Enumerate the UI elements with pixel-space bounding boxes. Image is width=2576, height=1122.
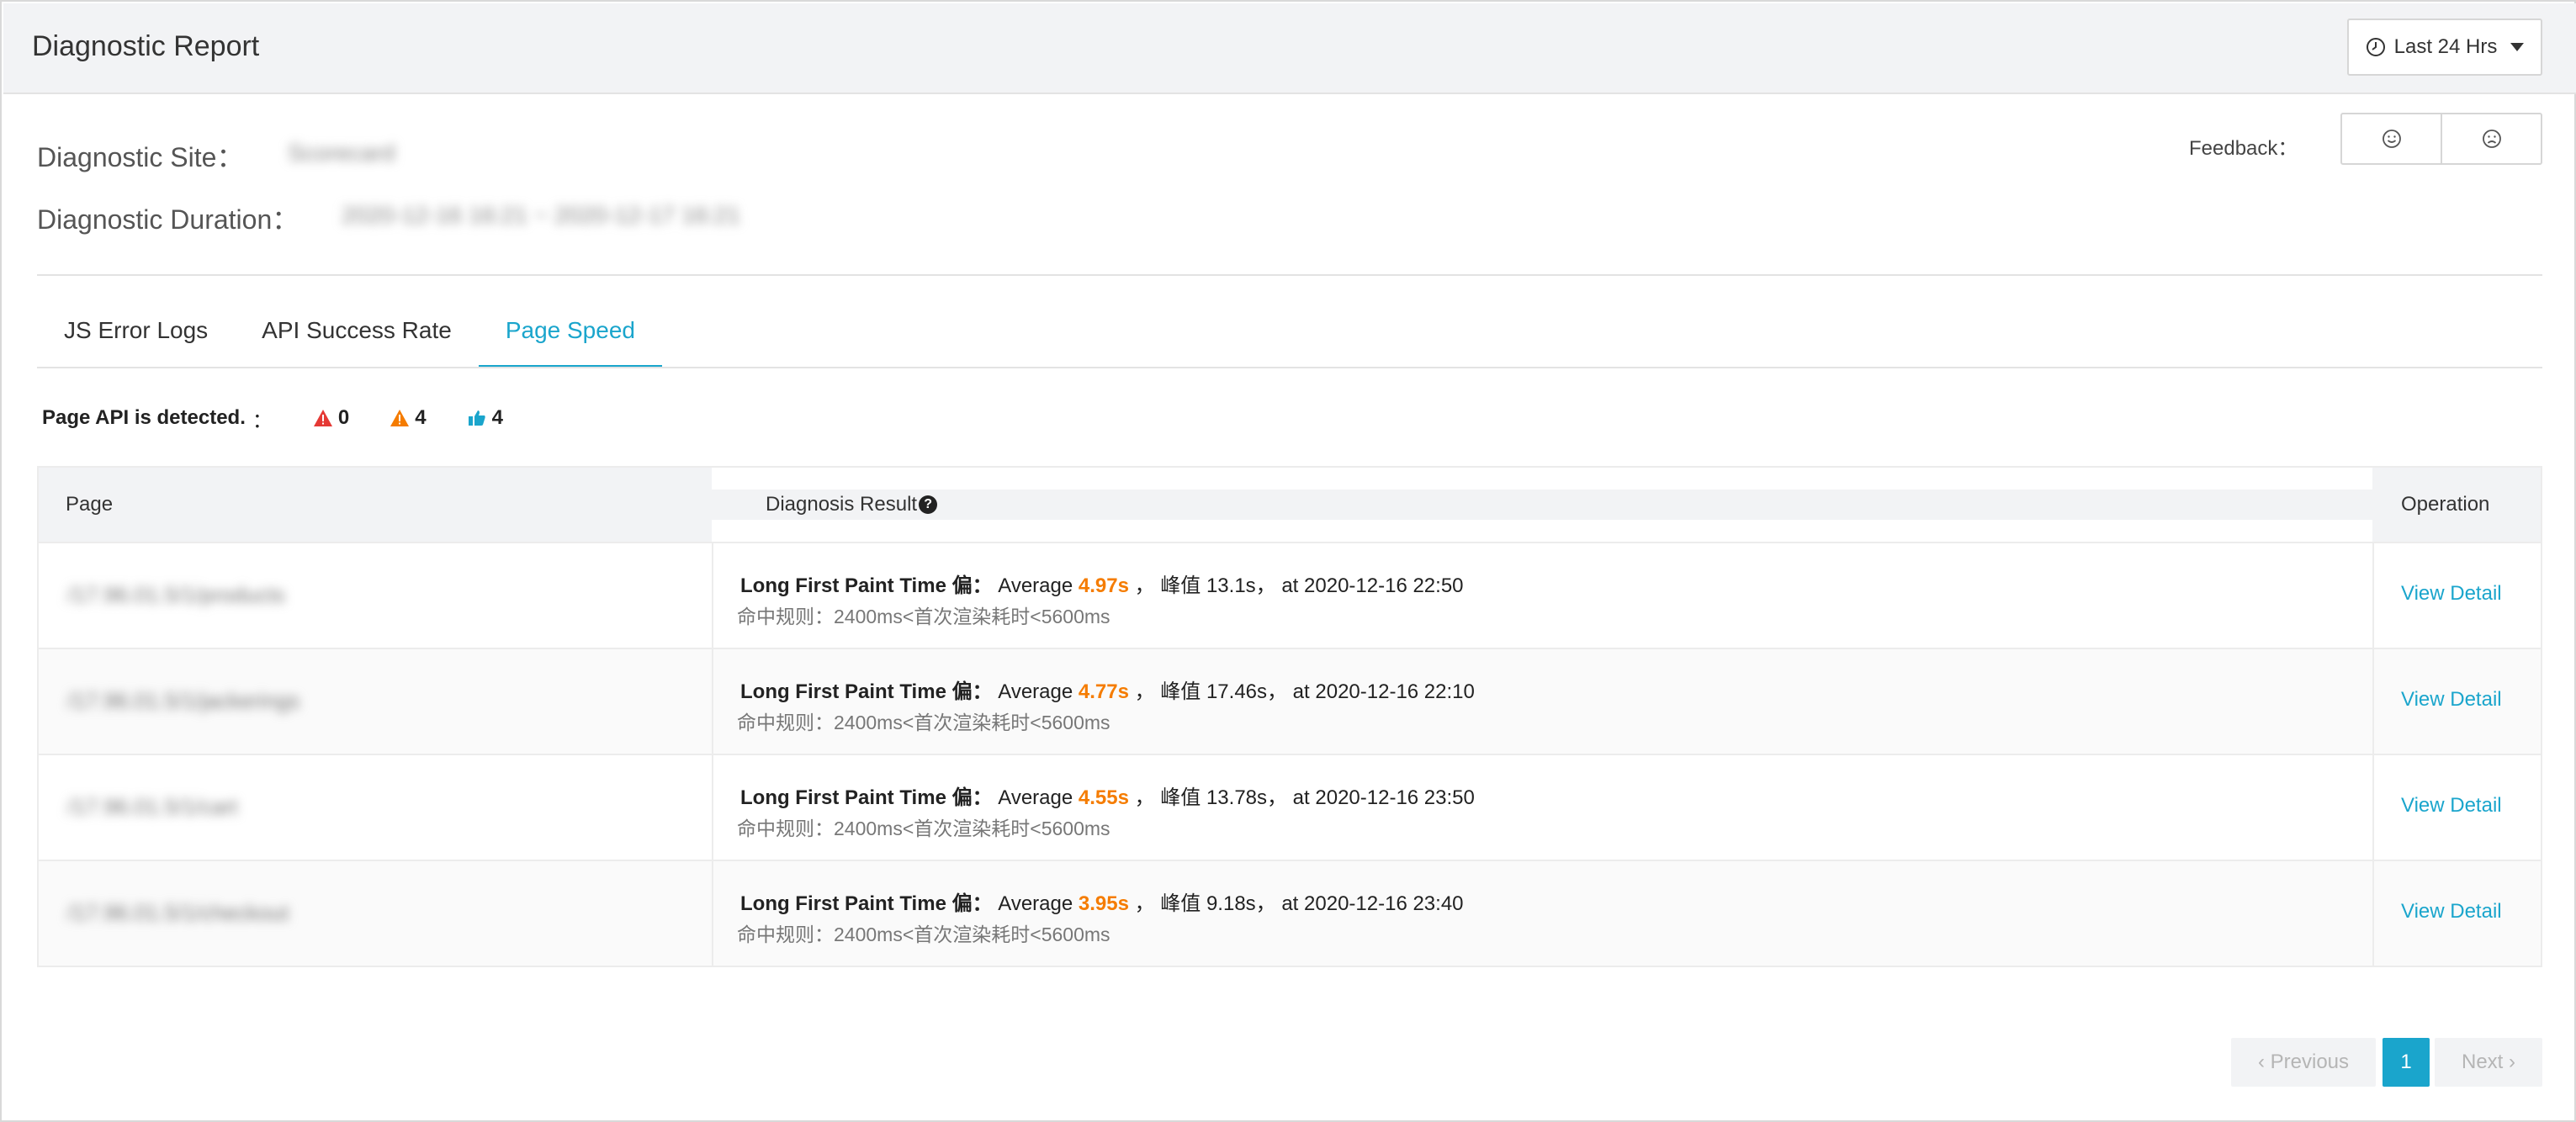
average-label: Average: [998, 786, 1073, 809]
section-divider: [37, 274, 2542, 276]
report-window: Diagnostic Report Last 24 Hrs Diagnostic…: [0, 0, 2576, 1122]
page-url: /17.96.01.5/1/checkout: [67, 900, 289, 925]
column-header-diagnosis: Diagnosis Result ?: [712, 490, 2372, 520]
thumbs-up-icon: [468, 410, 485, 426]
diagnostic-site-label: Diagnostic Site：: [37, 142, 244, 172]
average-label: Average: [998, 574, 1073, 597]
page-url: /17.96.01.5/1/cart: [67, 794, 238, 819]
time-range-dropdown[interactable]: Last 24 Hrs: [2347, 19, 2542, 76]
tab-api-success-rate[interactable]: API Success Rate: [235, 304, 479, 368]
page-cell: /17.96.01.5/1/jackerings: [39, 649, 712, 754]
table-row: /17.96.01.5/1/jackerings Long First Pain…: [39, 648, 2541, 754]
view-detail-link[interactable]: View Detail: [2401, 582, 2502, 606]
detection-summary: Page API is detected. ： 0 4 4: [42, 405, 503, 432]
next-label: Next: [2461, 1051, 2504, 1073]
clock-icon: [2366, 38, 2385, 56]
previous-label: Previous: [2270, 1051, 2350, 1073]
diagnosis-rule: 命中规则：2400ms<首次渲染耗时<5600ms: [737, 818, 1110, 839]
diagnosis-title: Long First Paint Time 偏：: [740, 574, 993, 597]
page-cell: /17.96.01.5/1/cart: [39, 755, 712, 860]
report-header: Diagnostic Report Last 24 Hrs: [3, 3, 2576, 94]
time-range-label: Last 24 Hrs: [2393, 35, 2498, 58]
feedback-label: Feedback：: [2189, 137, 2298, 160]
view-detail-link[interactable]: View Detail: [2401, 794, 2502, 818]
column-header-operation: Operation: [2401, 493, 2490, 516]
diagnosis-rule: 命中规则：2400ms<首次渲染耗时<5600ms: [737, 712, 1110, 733]
summary-colon: ：: [252, 409, 273, 432]
chevron-left-icon: ‹: [2257, 1051, 2271, 1073]
page-url: /17.96.01.5/1/jackerings: [67, 688, 300, 713]
page-number-button[interactable]: 1: [2383, 1038, 2430, 1087]
average-value: 4.55s: [1078, 786, 1129, 809]
peak-info: ， 峰值 13.78s， at 2020-12-16 23:50: [1134, 786, 1475, 809]
column-separator: [2372, 649, 2374, 754]
peak-info: ， 峰值 17.46s， at 2020-12-16 22:10: [1134, 680, 1475, 703]
table-row: /17.96.01.5/1/cart Long First Paint Time…: [39, 754, 2541, 860]
table-row: /17.96.01.5/1/products Long First Paint …: [39, 542, 2541, 648]
column-header-diagnosis-box: Diagnosis Result ?: [712, 468, 2372, 542]
page-cell: /17.96.01.5/1/products: [39, 543, 712, 648]
column-separator: [712, 755, 713, 860]
column-separator: [2372, 543, 2374, 648]
diagnosis-table: Page Diagnosis Result ? Operation /17.96…: [37, 466, 2542, 967]
feedback-positive-button[interactable]: [2342, 114, 2441, 163]
view-detail-link[interactable]: View Detail: [2401, 900, 2502, 924]
warning-count: 4: [415, 406, 427, 429]
column-separator: [712, 861, 713, 966]
diagnosis-title: Long First Paint Time 偏：: [740, 892, 993, 915]
diagnosis-summary: Long First Paint Time 偏： Average 4.77s ，…: [740, 675, 1475, 704]
column-header-diagnosis-label: Diagnosis Result: [766, 493, 918, 516]
diagnosis-title: Long First Paint Time 偏：: [740, 786, 993, 809]
average-value: 4.97s: [1078, 574, 1129, 597]
error-count: 0: [337, 406, 350, 429]
average-label: Average: [998, 892, 1073, 915]
diagnosis-rule: 命中规则：2400ms<首次渲染耗时<5600ms: [737, 606, 1110, 627]
caret-down-icon: [2510, 43, 2525, 51]
diagnosis-rule: 命中规则：2400ms<首次渲染耗时<5600ms: [737, 924, 1110, 945]
column-separator: [712, 649, 713, 754]
diagnostic-duration-value: 2020-12-16 16:21 ~ 2020-12-17 16:21: [342, 202, 741, 228]
smile-icon: [2382, 130, 2401, 148]
diagnostic-site-value: Scorecard: [288, 140, 395, 166]
peak-info: ， 峰值 9.18s， at 2020-12-16 23:40: [1134, 892, 1464, 915]
report-tabs: JS Error Logs API Success Rate Page Spee…: [37, 304, 662, 368]
average-label: Average: [998, 680, 1073, 703]
tab-js-error-logs[interactable]: JS Error Logs: [37, 304, 235, 368]
diagnosis-summary: Long First Paint Time 偏： Average 4.55s ，…: [740, 781, 1475, 810]
table-header: Page Diagnosis Result ? Operation: [39, 468, 2541, 542]
column-separator: [2372, 861, 2374, 966]
page-cell: /17.96.01.5/1/checkout: [39, 861, 712, 966]
page-title: Diagnostic Report: [32, 30, 260, 62]
error-triangle-icon: [313, 410, 332, 426]
column-separator: [712, 543, 713, 648]
table-row: /17.96.01.5/1/checkout Long First Paint …: [39, 860, 2541, 966]
frown-icon: [2482, 130, 2501, 148]
average-value: 3.95s: [1078, 892, 1129, 915]
feedback-negative-button[interactable]: [2441, 114, 2541, 163]
previous-page-button[interactable]: ‹ Previous: [2231, 1038, 2376, 1087]
help-icon[interactable]: ?: [919, 495, 938, 514]
peak-info: ， 峰值 13.1s， at 2020-12-16 22:50: [1134, 574, 1464, 597]
feedback-buttons: [2340, 113, 2542, 165]
page-url: /17.96.01.5/1/products: [67, 582, 285, 607]
diagnosis-title: Long First Paint Time 偏：: [740, 680, 993, 703]
summary-label: Page API is detected.: [42, 406, 246, 429]
column-separator: [2372, 755, 2374, 860]
diagnosis-summary: Long First Paint Time 偏： Average 4.97s ，…: [740, 569, 1464, 598]
warning-triangle-icon: [390, 410, 410, 426]
good-count: 4: [491, 406, 503, 429]
warning-badge: 4: [390, 406, 427, 430]
tabs-underline: [37, 367, 2542, 368]
diagnostic-duration-label: Diagnostic Duration：: [37, 204, 299, 235]
error-badge: 0: [313, 406, 349, 430]
next-page-button[interactable]: Next ›: [2435, 1038, 2542, 1087]
chevron-right-icon: ›: [2503, 1051, 2516, 1073]
average-value: 4.77s: [1078, 680, 1129, 703]
tab-page-speed[interactable]: Page Speed: [478, 304, 662, 368]
column-header-page: Page: [66, 493, 114, 516]
diagnosis-summary: Long First Paint Time 偏： Average 3.95s ，…: [740, 886, 1464, 916]
view-detail-link[interactable]: View Detail: [2401, 688, 2502, 712]
good-badge: 4: [467, 406, 503, 430]
